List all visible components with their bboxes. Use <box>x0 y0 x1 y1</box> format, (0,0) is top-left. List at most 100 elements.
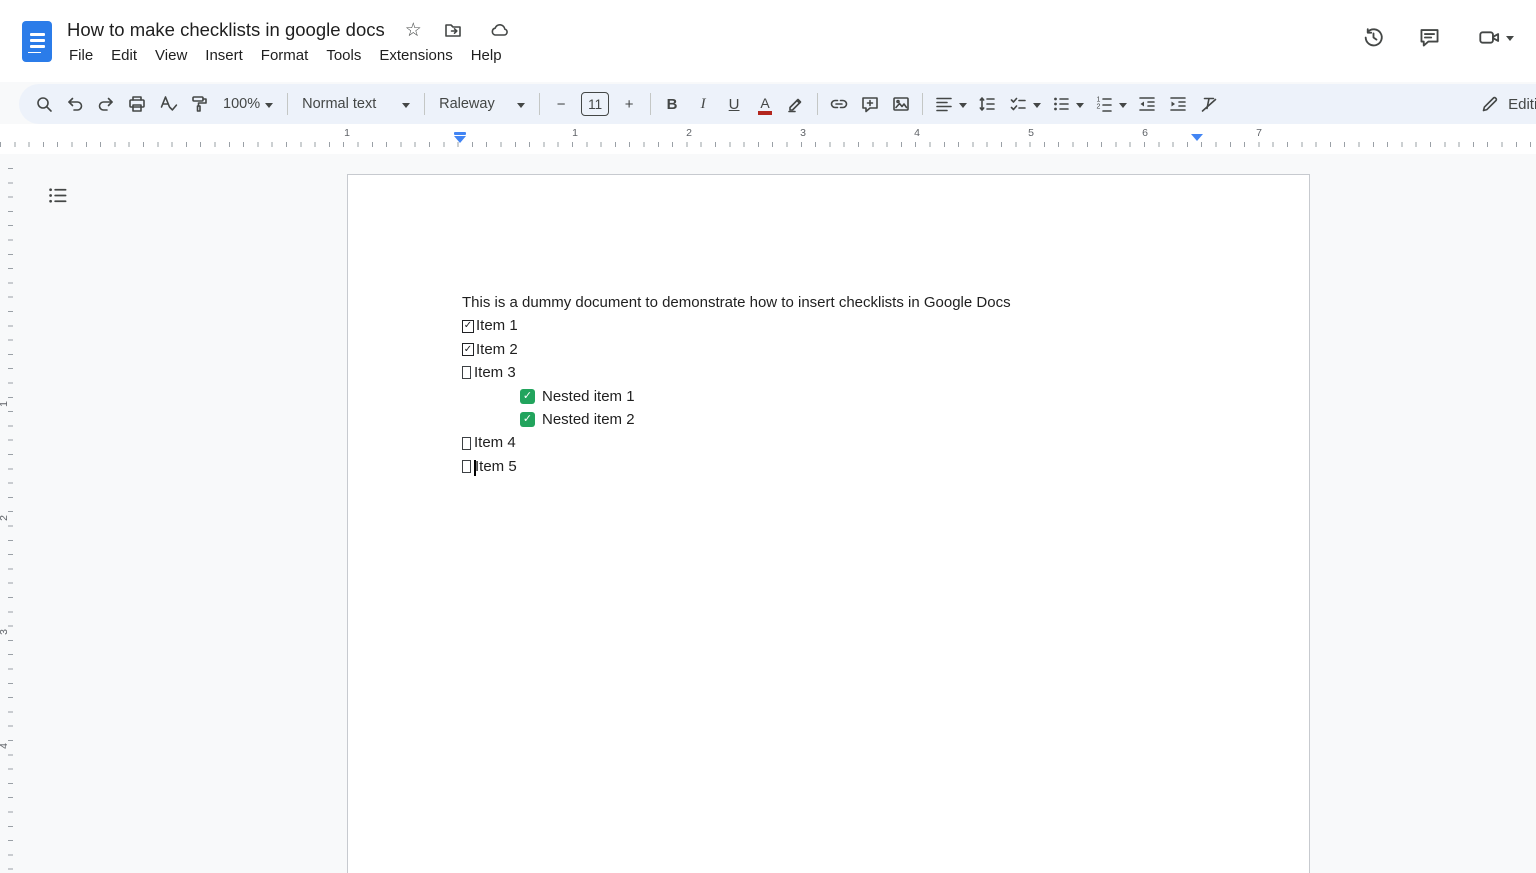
line-spacing-button[interactable] <box>972 89 1002 119</box>
menu-bar: File Edit View Insert Format Tools Exten… <box>60 44 511 67</box>
checklist-item[interactable]: Item 2 <box>462 338 1249 361</box>
toolbar-divider <box>424 93 425 115</box>
horizontal-ruler[interactable]: 1 1 2 3 4 5 6 7 <box>0 124 1536 154</box>
ruler-number: 1 <box>344 127 350 139</box>
highlight-color-button[interactable] <box>781 89 811 119</box>
unchecked-checkbox-icon[interactable] <box>462 460 471 473</box>
open-comments-icon[interactable] <box>1414 22 1444 52</box>
zoom-caret-icon <box>265 103 273 112</box>
menu-extensions[interactable]: Extensions <box>370 44 461 67</box>
insert-image-button[interactable] <box>886 89 916 119</box>
insert-link-button[interactable] <box>824 89 854 119</box>
text-color-button[interactable]: A <box>750 88 780 120</box>
add-comment-button[interactable] <box>855 89 885 119</box>
svg-text:2: 2 <box>1096 104 1100 111</box>
text-color-bar <box>758 111 772 115</box>
join-call-icon[interactable] <box>1470 22 1522 52</box>
checklist-item-label[interactable]: Item 4 <box>474 431 516 454</box>
checklist-item-nested[interactable]: Nested item 2 <box>462 408 1249 431</box>
first-line-indent-marker[interactable] <box>454 136 466 149</box>
spelling-check-button[interactable] <box>153 89 183 119</box>
intro-text[interactable]: This is a dummy document to demonstrate … <box>462 291 1249 314</box>
increase-indent-button[interactable] <box>1163 89 1193 119</box>
menu-format[interactable]: Format <box>252 44 318 67</box>
numbered-list-dropdown[interactable]: 12 <box>1089 89 1131 119</box>
paragraph-styles-dropdown[interactable]: Normal text <box>294 96 418 112</box>
move-to-folder-icon[interactable] <box>438 15 468 45</box>
checklist-item[interactable]: Item 3 <box>462 361 1249 384</box>
bulleted-list-caret-icon <box>1076 103 1084 112</box>
version-history-icon[interactable] <box>1358 22 1388 52</box>
document-canvas[interactable]: 1 2 3 4 This is a dummy document to demo… <box>0 154 1536 873</box>
align-caret-icon <box>959 103 967 112</box>
checklist-item-label[interactable]: Item 2 <box>476 338 518 361</box>
show-document-outline-button[interactable] <box>42 180 72 210</box>
decrease-indent-button[interactable] <box>1132 89 1162 119</box>
left-indent-marker[interactable] <box>454 132 466 135</box>
ruler-number: 2 <box>0 515 10 521</box>
green-checked-checkbox-icon[interactable] <box>520 412 535 427</box>
document-page[interactable]: This is a dummy document to demonstrate … <box>347 174 1310 873</box>
vertical-ruler[interactable]: 1 2 3 4 <box>0 154 16 873</box>
title-icons: ☆ <box>405 15 514 45</box>
checklist-item-label[interactable]: Nested item 2 <box>542 408 635 431</box>
checked-checkbox-icon[interactable] <box>462 320 474 333</box>
paint-format-button[interactable] <box>184 89 214 119</box>
checklist-item[interactable]: Item 4 <box>462 431 1249 454</box>
unchecked-checkbox-icon[interactable] <box>462 437 471 450</box>
green-checked-checkbox-icon[interactable] <box>520 389 535 404</box>
checklist-item-label[interactable]: Nested item 1 <box>542 385 635 408</box>
align-dropdown[interactable] <box>929 89 971 119</box>
font-size-input[interactable]: 11 <box>581 92 609 116</box>
checklist-item-label[interactable]: Item 5 <box>475 455 517 478</box>
checklist-item[interactable]: Item 5 <box>462 455 1249 478</box>
cloud-saved-icon[interactable] <box>484 15 514 45</box>
join-call-caret-icon[interactable] <box>1506 36 1514 45</box>
decrease-font-size-button[interactable]: − <box>546 89 576 119</box>
menu-insert[interactable]: Insert <box>196 44 252 67</box>
ruler-number: 5 <box>1028 127 1034 139</box>
right-indent-marker[interactable] <box>1191 134 1203 147</box>
font-dropdown[interactable]: Raleway <box>431 96 533 112</box>
bold-button[interactable]: B <box>657 89 687 119</box>
menu-view[interactable]: View <box>146 44 196 67</box>
ruler-number: 3 <box>800 127 806 139</box>
text-cursor <box>474 460 476 476</box>
unchecked-checkbox-icon[interactable] <box>462 366 471 379</box>
search-menus-button[interactable] <box>29 89 59 119</box>
toolbar-divider <box>650 93 651 115</box>
redo-button[interactable] <box>91 89 121 119</box>
bulleted-list-dropdown[interactable] <box>1046 89 1088 119</box>
ruler-number: 2 <box>686 127 692 139</box>
google-docs-logo-icon[interactable] <box>22 21 52 62</box>
checked-checkbox-icon[interactable] <box>462 343 474 356</box>
checklist-dropdown[interactable] <box>1003 89 1045 119</box>
ruler-number: 4 <box>0 743 10 749</box>
title-row: How to make checklists in google docs ☆ <box>67 15 514 45</box>
document-title[interactable]: How to make checklists in google docs <box>67 19 385 41</box>
underline-button[interactable]: U <box>719 89 749 119</box>
checklist-item-label[interactable]: Item 3 <box>474 361 516 384</box>
toolbar: 100% Normal text Raleway − 11 + B I U A … <box>19 84 1536 124</box>
undo-button[interactable] <box>60 89 90 119</box>
menu-edit[interactable]: Edit <box>102 44 146 67</box>
editing-mode-dropdown[interactable]: Editing <box>1480 94 1536 114</box>
mode-label: Editing <box>1508 96 1536 113</box>
print-button[interactable] <box>122 89 152 119</box>
zoom-dropdown[interactable]: 100% <box>215 96 281 112</box>
checklist-item[interactable]: Item 1 <box>462 314 1249 337</box>
star-icon[interactable]: ☆ <box>405 21 422 40</box>
italic-button[interactable]: I <box>688 89 718 119</box>
checklist-item-label[interactable]: Item 1 <box>476 314 518 337</box>
menu-help[interactable]: Help <box>462 44 511 67</box>
ruler-number: 6 <box>1142 127 1148 139</box>
increase-font-size-button[interactable]: + <box>614 89 644 119</box>
text-color-glyph: A <box>760 96 769 110</box>
toolbar-divider <box>817 93 818 115</box>
menu-file[interactable]: File <box>60 44 102 67</box>
checklist-item-nested[interactable]: Nested item 1 <box>462 385 1249 408</box>
clear-formatting-button[interactable] <box>1194 89 1224 119</box>
ruler-number: 4 <box>914 127 920 139</box>
menu-tools[interactable]: Tools <box>317 44 370 67</box>
ruler-number: 7 <box>1256 127 1262 139</box>
